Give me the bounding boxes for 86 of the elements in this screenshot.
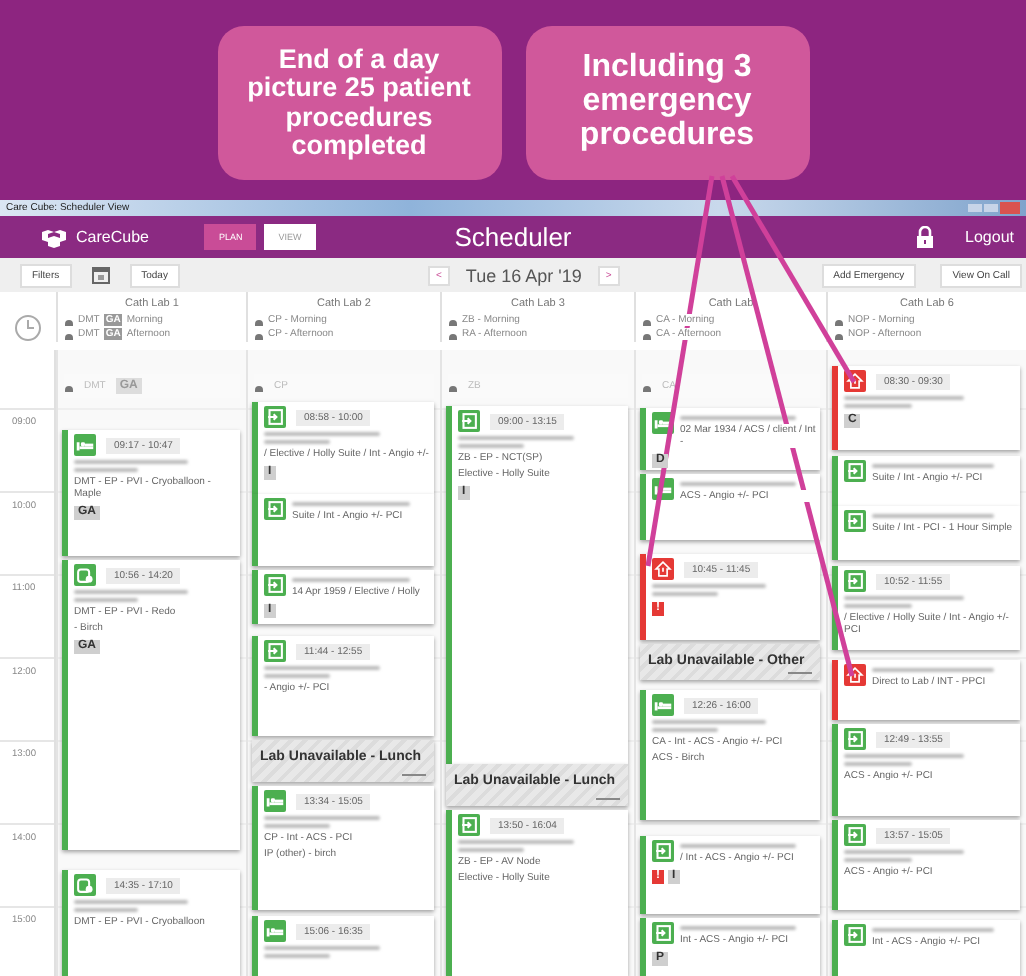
blurred-text — [680, 415, 796, 420]
cubes-logo-icon — [40, 227, 68, 247]
blurred-text — [458, 847, 525, 852]
bed-icon — [264, 790, 286, 812]
exit-icon — [844, 728, 866, 750]
blurred-text — [458, 839, 575, 844]
exit-icon — [264, 640, 286, 662]
blurred-text — [844, 849, 965, 854]
house-icon — [652, 558, 674, 580]
blurred-text — [844, 761, 913, 766]
exit-icon — [652, 922, 674, 944]
exit-icon — [844, 460, 866, 482]
helmet-icon — [834, 329, 844, 339]
page-title: Scheduler — [454, 222, 572, 252]
callout-bubble: Including 3 emergency procedures — [525, 26, 809, 180]
exit-icon — [264, 574, 286, 596]
blurred-text — [844, 857, 913, 862]
helmet-icon — [834, 315, 844, 325]
blurred-text — [292, 577, 410, 582]
helmet-icon — [448, 329, 458, 339]
pod-icon — [74, 564, 96, 586]
helmet-icon — [448, 381, 458, 391]
blurred-text — [652, 727, 718, 732]
blurred-text — [844, 753, 965, 758]
blurred-text — [264, 815, 381, 820]
blurred-text — [74, 597, 139, 602]
blurred-text — [264, 431, 381, 436]
blurred-text — [458, 435, 575, 440]
helmet-icon — [642, 315, 652, 325]
blurred-text — [872, 513, 995, 518]
blurred-text — [680, 925, 796, 930]
clock-icon — [14, 313, 42, 341]
blurred-text — [652, 591, 718, 596]
logout-button[interactable]: Logout — [965, 228, 1014, 246]
exit-icon — [844, 924, 866, 946]
window-controls-icon[interactable] — [968, 202, 1020, 214]
exit-icon — [844, 570, 866, 592]
helmet-icon — [448, 315, 458, 325]
blurred-text — [74, 907, 139, 912]
blurred-text — [264, 823, 331, 828]
exit-icon — [844, 510, 866, 532]
callout-bubble: End of a day picture 25 patient procedures completed — [217, 26, 501, 180]
blurred-text — [458, 443, 525, 448]
blurred-text — [844, 403, 913, 408]
helmet-icon — [642, 381, 652, 391]
exit-icon — [264, 498, 286, 520]
blurred-text — [680, 481, 796, 486]
calendar-icon[interactable] — [91, 266, 110, 284]
blurred-text — [74, 589, 188, 594]
helmet-icon — [254, 329, 264, 339]
app-name: CareCube — [76, 228, 149, 246]
bed-icon — [74, 434, 96, 456]
exit-icon — [458, 814, 480, 836]
current-date: Tue 16 Apr '19 — [465, 265, 582, 285]
blurred-text — [264, 945, 381, 950]
blurred-text — [264, 953, 331, 958]
blurred-text — [264, 439, 331, 444]
helmet-icon — [64, 315, 74, 325]
blurred-text — [74, 899, 188, 904]
bed-icon — [652, 694, 674, 716]
blurred-text — [872, 927, 995, 932]
blurred-text — [872, 667, 995, 672]
bed-icon — [264, 920, 286, 942]
blurred-text — [74, 459, 188, 464]
blurred-text — [680, 843, 796, 848]
blurred-text — [844, 603, 913, 608]
blurred-text — [844, 395, 965, 400]
exit-icon — [264, 406, 286, 428]
blurred-text — [292, 501, 410, 506]
blurred-text — [264, 673, 331, 678]
lock-icon[interactable] — [915, 226, 934, 248]
blurred-text — [844, 595, 965, 600]
exit-icon — [844, 824, 866, 846]
blurred-text — [872, 463, 995, 468]
helmet-icon — [64, 381, 74, 391]
blurred-text — [264, 665, 381, 670]
pod-icon — [74, 874, 96, 896]
helmet-icon — [64, 329, 74, 339]
blurred-text — [74, 467, 139, 472]
helmet-icon — [254, 381, 264, 391]
blurred-text — [652, 719, 767, 724]
exit-icon — [652, 840, 674, 862]
helmet-icon — [254, 315, 264, 325]
blurred-text — [652, 583, 767, 588]
helmet-icon — [642, 329, 652, 339]
exit-icon — [458, 410, 480, 432]
